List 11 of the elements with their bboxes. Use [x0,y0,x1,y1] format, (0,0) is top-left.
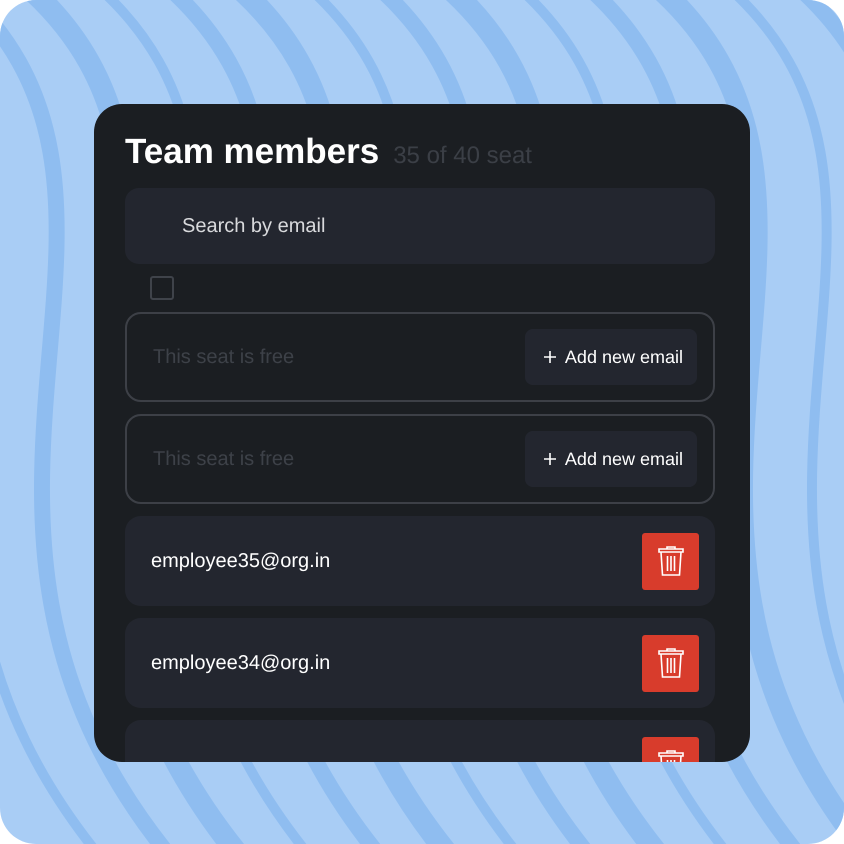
member-email: employee35@org.in [151,550,330,572]
search-field[interactable]: Search by email [125,188,715,264]
plus-icon [542,452,557,466]
select-all-checkbox[interactable] [150,276,174,300]
add-email-button[interactable]: Add new email [524,329,697,385]
trash-icon [658,545,684,577]
plus-icon [542,350,557,364]
panel-title: Team members [125,132,380,172]
add-email-button[interactable]: Add new email [524,431,697,487]
trash-icon [658,647,684,679]
member-email: employee34@org.in [151,652,330,674]
